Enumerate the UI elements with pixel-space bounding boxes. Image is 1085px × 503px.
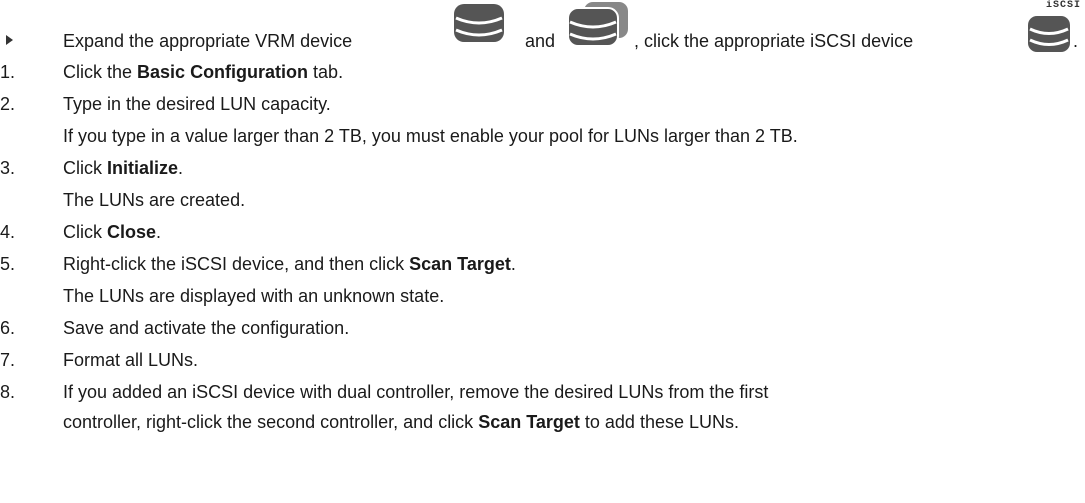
step-5-text: Right-click the iSCSI device, and then c…	[63, 254, 516, 274]
step-7-text: Format all LUNs.	[63, 350, 199, 370]
step-1-text: Click the Basic Configuration tab.	[63, 62, 344, 82]
step-3-text: Click Initialize.	[63, 158, 184, 178]
step-2-text: Type in the desired LUN capacity.	[63, 94, 331, 114]
step-number: 8.	[0, 382, 16, 402]
bullet-arrow-icon	[6, 35, 13, 45]
intro-text-3: , click the appropriate iSCSI device	[634, 31, 914, 51]
step-number: 4.	[0, 222, 16, 242]
intro-text-1: Expand the appropriate VRM device	[63, 31, 353, 51]
step-8-continuation: controller, right-click the second contr…	[63, 412, 739, 432]
step-4-text: Click Close.	[63, 222, 162, 242]
vrm-device-icon	[454, 4, 504, 42]
step-number: 5.	[0, 254, 16, 274]
step-8-text: If you added an iSCSI device with dual c…	[63, 382, 769, 402]
step-number: 1.	[0, 62, 16, 82]
step-number: 2.	[0, 94, 16, 114]
intro-text-4: .	[1073, 31, 1079, 51]
step-5-note: The LUNs are displayed with an unknown s…	[63, 286, 445, 306]
step-number: 6.	[0, 318, 16, 338]
step-2-note: If you type in a value larger than 2 TB,…	[63, 126, 798, 146]
step-number: 3.	[0, 158, 16, 178]
step-6-text: Save and activate the configuration.	[63, 318, 350, 338]
iscsi-label: iSCSI	[1046, 0, 1082, 11]
step-number: 7.	[0, 350, 16, 370]
vrm-device-group-icon	[567, 2, 628, 47]
iscsi-device-icon	[1028, 16, 1070, 52]
intro-text-2: and	[525, 31, 556, 51]
step-3-note: The LUNs are created.	[63, 190, 246, 210]
